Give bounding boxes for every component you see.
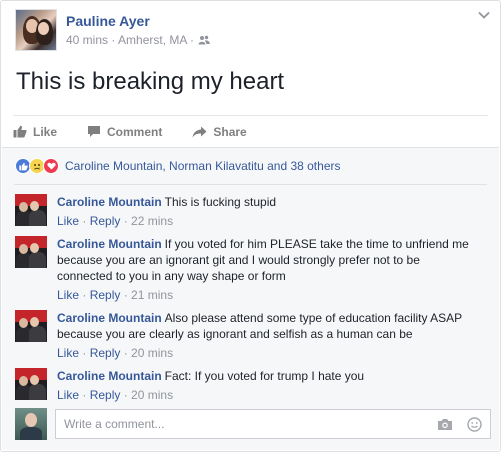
post-meta: 40 mins · Amherst, MA · [66,32,210,48]
post-actions: Like Comment Share [13,115,488,147]
comment-reply-link[interactable]: Reply [90,388,121,402]
commenter-avatar[interactable] [15,368,47,400]
comment-time[interactable]: · 22 mins [124,214,173,228]
comment-reply-link[interactable]: Reply [90,214,121,228]
comment-item: Caroline Mountain Fact: If you voted for … [15,368,477,403]
reaction-names[interactable]: Caroline Mountain, Norman Kilavatitu and… [65,159,341,173]
comment-item: Caroline Mountain If you voted for him PL… [15,236,477,303]
comment-reply-link[interactable]: Reply [90,288,121,302]
like-label: Like [33,124,58,139]
comment-time[interactable]: · 20 mins [124,346,173,360]
share-button[interactable]: Share [192,116,247,148]
chevron-down-icon[interactable] [478,11,490,19]
smiley-icon[interactable] [467,416,482,432]
post-header-text: Pauline Ayer 40 mins · Amherst, MA · [66,9,210,51]
comment-like-link[interactable]: Like [57,288,79,302]
write-comment-row: Write a comment... [15,408,491,440]
post-text: This is breaking my heart [16,68,285,95]
commenter-name[interactable]: Caroline Mountain [57,195,162,209]
speech-bubble-icon [88,126,101,137]
share-arrow-icon [192,126,207,137]
post-header: Pauline Ayer 40 mins · Amherst, MA · [15,9,210,51]
camera-icon[interactable] [437,418,453,431]
comment-reply-link[interactable]: Reply [90,346,121,360]
comment-input-placeholder: Write a comment... [64,417,165,431]
comment-time[interactable]: · 21 mins [124,288,173,302]
thumbs-up-icon [13,125,27,138]
reactions-summary[interactable]: Caroline Mountain, Norman Kilavatitu and… [15,158,341,174]
comment-item: Caroline Mountain Also please attend some… [15,310,477,361]
like-button[interactable]: Like [13,116,57,148]
love-reaction-icon [43,158,59,174]
comment-input[interactable]: Write a comment... [55,409,491,439]
reaction-others[interactable]: and 38 others [264,159,340,173]
post-card: Pauline Ayer 40 mins · Amherst, MA · Thi… [0,0,501,452]
comment-label: Comment [107,124,163,139]
comment-like-link[interactable]: Like [57,388,79,402]
author-avatar[interactable] [15,9,57,51]
comment-like-link[interactable]: Like [57,346,79,360]
current-user-avatar [15,408,47,440]
commenter-avatar[interactable] [15,236,47,268]
friends-icon[interactable] [198,35,210,45]
commenter-name[interactable]: Caroline Mountain [57,237,162,251]
comment-button[interactable]: Comment [87,116,162,148]
comment-text: This is fucking stupid [164,195,277,209]
author-name[interactable]: Pauline Ayer [66,12,210,30]
commenter-name[interactable]: Caroline Mountain [57,369,162,383]
commenter-name[interactable]: Caroline Mountain [57,311,162,325]
comment-time[interactable]: · 20 mins [124,388,173,402]
post-meta-text[interactable]: 40 mins · Amherst, MA · [66,32,194,48]
commenter-avatar[interactable] [15,310,47,342]
comment-text: Fact: If you voted for trump I hate you [164,369,365,383]
comment-like-link[interactable]: Like [57,214,79,228]
comments-section: Caroline Mountain, Norman Kilavatitu and… [2,147,499,450]
reactions-divider [14,184,487,185]
comment-item: Caroline Mountain This is fucking stupid … [15,194,477,229]
share-label: Share [213,124,247,139]
commenter-avatar[interactable] [15,194,47,226]
reaction-names-link[interactable]: Caroline Mountain, Norman Kilavatitu [65,159,264,173]
